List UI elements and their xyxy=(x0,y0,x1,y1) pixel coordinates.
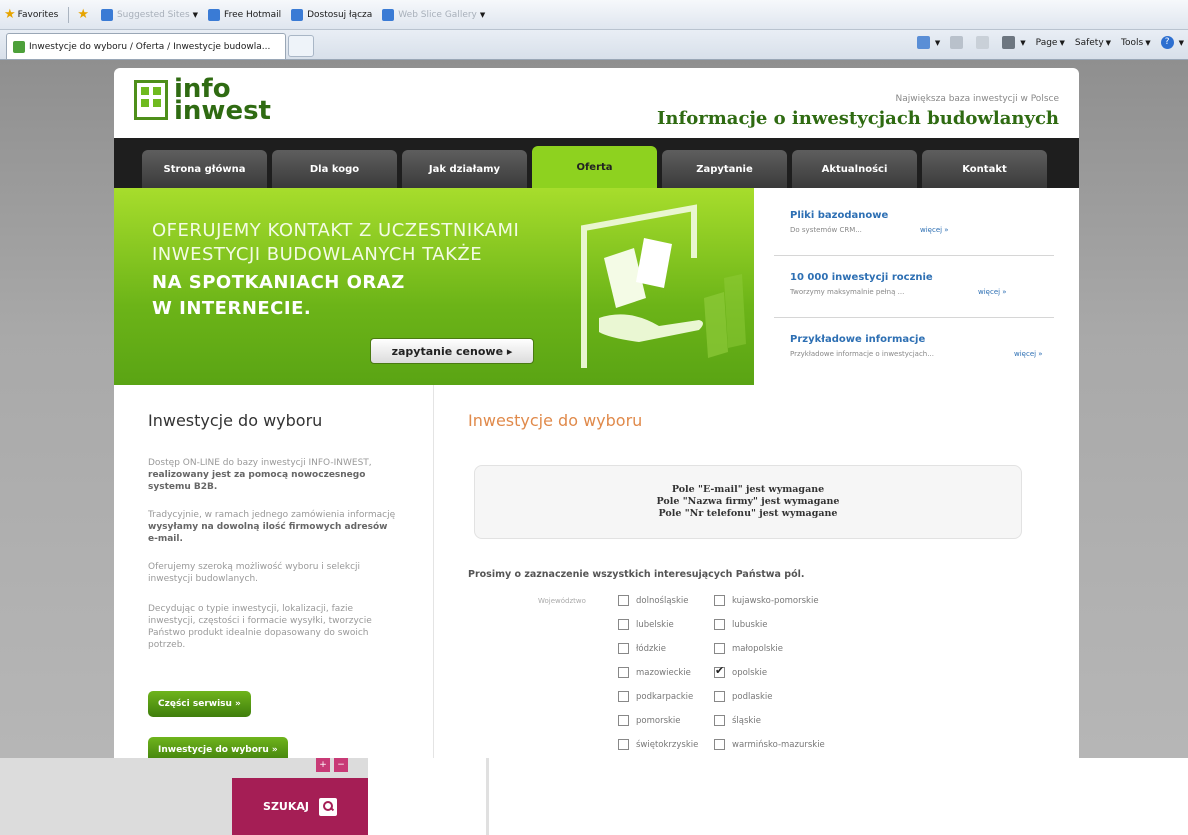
service-parts-button[interactable]: Części serwisu » xyxy=(148,691,251,717)
checkbox-lubelskie[interactable]: lubelskie xyxy=(618,619,674,630)
left-column: Inwestycje do wyboru Dostęp ON-LINE do b… xyxy=(114,385,434,758)
checkbox-opolskie[interactable]: opolskie xyxy=(714,664,767,678)
left-paragraph-4: Decydując o typie inwestycji, lokalizacj… xyxy=(148,604,372,650)
star-icon: ★ xyxy=(4,7,16,22)
web-slice-gallery-link[interactable]: Web Slice Gallery ▼ xyxy=(382,8,486,21)
side-item-database-files[interactable]: Pliki bazodanowe Do systemów CRM... więc… xyxy=(774,196,1054,256)
left-paragraph-2: Tradycyjnie, w ramach jednego zamówienia… xyxy=(148,510,396,544)
nav-item-contact[interactable]: Kontakt xyxy=(922,150,1047,188)
right-column: Inwestycje do wyboru Pole "E-mail" jest … xyxy=(468,385,1048,758)
command-bar: ▼ ▼ Page ▼ Safety ▼ Tools ▼ ? ▼ xyxy=(907,36,1184,49)
divider xyxy=(68,6,70,23)
zoom-in-icon[interactable]: + xyxy=(316,758,330,772)
ie-icon xyxy=(291,8,304,21)
logo[interactable]: info inwest xyxy=(134,76,271,124)
dropdown-arrow-icon: ▼ xyxy=(192,10,199,19)
grey-strip xyxy=(0,758,368,778)
add-favorite-icon[interactable]: ★ xyxy=(77,7,91,22)
ie-icon xyxy=(100,8,113,21)
search-button[interactable]: SZUKAJ xyxy=(232,778,368,835)
favorites-button[interactable]: ★ Favorites xyxy=(4,7,58,22)
more-link[interactable]: więcej » xyxy=(978,288,1007,296)
checkbox-pomorskie[interactable]: pomorskie xyxy=(618,715,681,726)
zoom-out-icon[interactable]: − xyxy=(334,758,348,772)
checkbox-lubuskie[interactable]: lubuskie xyxy=(714,619,767,630)
dropdown-arrow-icon: ▼ xyxy=(479,10,486,19)
new-tab-button[interactable] xyxy=(288,35,314,57)
left-paragraph-3: Oferujemy szeroką możliwość wyboru i sel… xyxy=(148,562,361,584)
divider xyxy=(486,758,489,835)
tagline: Największa baza inwestycji w Polsce Info… xyxy=(657,94,1059,129)
checkbox-dolnoslaskie[interactable]: dolnośląskie xyxy=(618,595,689,606)
main-nav: Strona główna Dla kogo Jak działamy Ofer… xyxy=(114,138,1079,188)
print-icon xyxy=(1002,36,1016,49)
suggested-sites-link[interactable]: Suggested Sites ▼ xyxy=(100,8,199,21)
favorites-bar: ★ Favorites ★ Suggested Sites ▼ Free Hotma… xyxy=(0,0,1188,30)
help-menu[interactable]: ? ▼ xyxy=(1160,36,1184,49)
checkbox-swietokrzyskie[interactable]: świętokrzyskie xyxy=(618,739,698,750)
checkbox-kujawsko-pomorskie[interactable]: kujawsko-pomorskie xyxy=(714,595,819,606)
feeds-button[interactable] xyxy=(950,36,966,49)
search-field[interactable] xyxy=(0,778,232,835)
ie-icon xyxy=(208,8,221,21)
nav-item-home[interactable]: Strona główna xyxy=(142,150,267,188)
checkbox-slaskie[interactable]: śląskie xyxy=(714,715,761,726)
side-panel: Pliki bazodanowe Do systemów CRM... więc… xyxy=(754,196,1079,385)
side-item-sample-info[interactable]: Przykładowe informacje Przykładowe infor… xyxy=(774,320,1054,380)
nav-item-inquiry[interactable]: Zapytanie xyxy=(662,150,787,188)
search-icon xyxy=(318,797,337,816)
checkbox-malopolskie[interactable]: małopolskie xyxy=(714,643,783,654)
checkbox-podlaskie[interactable]: podlaskie xyxy=(714,691,773,702)
checkbox-lodzkie[interactable]: łódzkie xyxy=(618,643,666,654)
form-prompt: Prosimy o zaznaczenie wszystkich interes… xyxy=(468,569,805,580)
hands-documents-illustration xyxy=(581,204,746,368)
free-hotmail-link[interactable]: Free Hotmail xyxy=(208,8,281,21)
page-menu[interactable]: Page ▼ xyxy=(1036,38,1065,48)
feeds-icon xyxy=(950,36,964,49)
nav-item-how-we-work[interactable]: Jak działamy xyxy=(402,150,527,188)
more-link[interactable]: więcej » xyxy=(920,226,949,234)
safety-menu[interactable]: Safety ▼ xyxy=(1075,38,1111,48)
mail-button[interactable] xyxy=(976,36,992,49)
hero-banner: OFERUJEMY KONTAKT Z UCZESTNIKAMI INWESTY… xyxy=(114,188,754,385)
validation-message-box: Pole "E-mail" jest wymagane Pole "Nazwa … xyxy=(474,465,1022,539)
tab-bar: Inwestycje do wyboru / Oferta / Inwestyc… xyxy=(0,30,1188,60)
help-icon: ? xyxy=(1160,36,1174,49)
customize-links-link[interactable]: Dostosuj łącza xyxy=(291,8,372,21)
lower-overlay: + − SZUKAJ xyxy=(0,758,1188,835)
checkbox-podkarpackie[interactable]: podkarpackie xyxy=(618,691,693,702)
tools-menu[interactable]: Tools ▼ xyxy=(1121,38,1151,48)
ie-icon xyxy=(382,8,395,21)
home-icon xyxy=(916,36,930,49)
side-item-10000-investments[interactable]: 10 000 inwestycji rocznie Tworzymy maksy… xyxy=(774,258,1054,318)
voivodeship-label: Województwo xyxy=(538,597,586,605)
nav-item-news[interactable]: Aktualności xyxy=(792,150,917,188)
nav-item-offer[interactable]: Oferta xyxy=(532,146,657,188)
checkbox-mazowieckie[interactable]: mazowieckie xyxy=(618,667,691,678)
checkbox-warminsko-mazurskie[interactable]: warmińsko-mazurskie xyxy=(714,739,825,750)
site-favicon-icon xyxy=(13,40,25,53)
right-heading: Inwestycje do wyboru xyxy=(468,411,643,430)
mail-icon xyxy=(976,36,990,49)
print-button[interactable]: ▼ xyxy=(1002,36,1026,49)
site-container: info inwest Największa baza inwestycji w… xyxy=(114,68,1079,758)
browser-tab[interactable]: Inwestycje do wyboru / Oferta / Inwestyc… xyxy=(6,33,286,59)
home-button[interactable]: ▼ xyxy=(916,36,940,49)
page-viewport: info inwest Największa baza inwestycji w… xyxy=(0,60,1188,758)
nav-item-for-whom[interactable]: Dla kogo xyxy=(272,150,397,188)
price-inquiry-button[interactable]: zapytanie cenowe ▸ xyxy=(370,338,534,364)
investments-button[interactable]: Inwestycje do wyboru » xyxy=(148,737,288,758)
logo-icon xyxy=(134,80,168,120)
left-heading: Inwestycje do wyboru xyxy=(148,411,323,430)
more-link[interactable]: więcej » xyxy=(1014,350,1043,358)
left-paragraph-1: Dostęp ON-LINE do bazy inwestycji INFO-I… xyxy=(148,458,372,492)
